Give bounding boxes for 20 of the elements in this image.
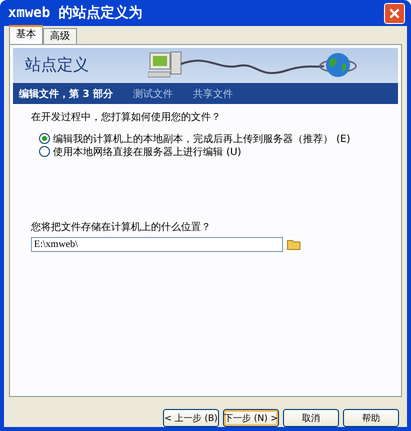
- dialog-button[interactable]: 下一步 (N) >: [222, 409, 279, 427]
- radio-button[interactable]: [39, 146, 50, 157]
- window-title: xmweb 的站点定义为: [8, 4, 143, 22]
- dialog-button[interactable]: < 上一步 (B): [162, 409, 219, 427]
- tab[interactable]: 基本: [9, 25, 43, 44]
- dialog-button[interactable]: 帮助: [343, 409, 399, 427]
- path-field[interactable]: E:\xmweb\: [31, 237, 283, 252]
- radio-button[interactable]: [39, 133, 50, 144]
- step-label: 编辑文件，第 3 部分: [19, 88, 113, 100]
- step-label: 测试文件: [132, 88, 173, 100]
- option-label[interactable]: 使用本地网络直接在服务器上进行编辑 (U): [53, 144, 242, 158]
- dialog-button[interactable]: 取消: [283, 409, 339, 427]
- tab[interactable]: 高级: [43, 28, 77, 44]
- question-text: 在开发过程中，您打算如何使用您的文件？: [31, 110, 222, 124]
- banner-title: 站点定义: [25, 55, 89, 76]
- option-label[interactable]: 编辑我的计算机上的本地副本，完成后再上传到服务器（推荐） (E): [53, 132, 350, 146]
- folder-icon[interactable]: [287, 239, 301, 250]
- step-label: 共享文件: [192, 88, 233, 100]
- location-label: 您将把文件存储在计算机上的什么位置？: [31, 220, 212, 234]
- close-icon[interactable]: [384, 2, 405, 24]
